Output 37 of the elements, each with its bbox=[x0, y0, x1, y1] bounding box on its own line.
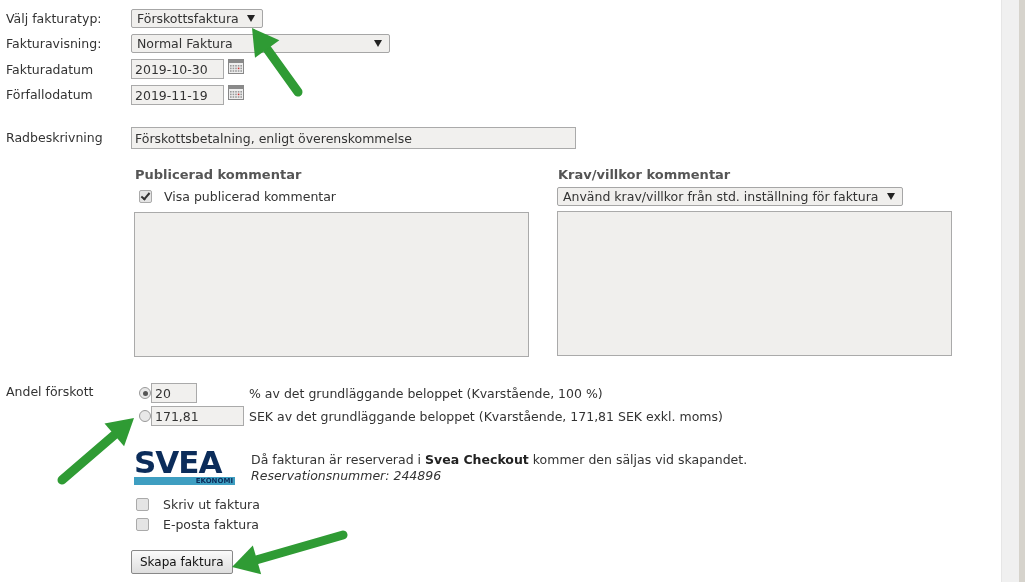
caret-icon bbox=[246, 14, 255, 22]
checkbox[interactable] bbox=[139, 190, 152, 203]
checkbox[interactable] bbox=[136, 498, 149, 511]
dropdown[interactable]: Använd krav/villkor från std. inställning för faktura bbox=[557, 186, 903, 206]
field-label: Fakturavisning: bbox=[6, 36, 103, 51]
radio-button[interactable] bbox=[139, 410, 151, 422]
checkbox-label: E-posta faktura bbox=[163, 517, 259, 532]
caret-icon bbox=[374, 40, 382, 47]
field-label: Välj fakturatyp: bbox=[6, 10, 103, 26]
field-label: Andel förskott bbox=[6, 382, 95, 401]
caret-icon bbox=[886, 192, 895, 200]
amount-field[interactable]: 171,81 bbox=[151, 406, 244, 426]
section-heading: Krav/villkor kommentar bbox=[558, 166, 732, 184]
field-label: Förfallodatum bbox=[6, 87, 94, 102]
dropdown[interactable]: Normal Faktura bbox=[131, 34, 390, 53]
info-text: Då fakturan är reserverad i Svea Checkout kommer den säljas vid skapandet. bbox=[251, 451, 748, 468]
checkbox-label: Skriv ut faktura bbox=[163, 497, 260, 512]
text-field[interactable]: Förskottsbetalning, enligt överenskommelse bbox=[131, 126, 576, 149]
arrow bbox=[252, 28, 303, 97]
logo-text: SVEA bbox=[134, 447, 222, 476]
section-heading: Publicerad kommentar bbox=[135, 166, 303, 184]
amount-description: % av det grundläggande beloppet (Kvarstående, 100 %) bbox=[249, 385, 603, 401]
calendar-icon[interactable] bbox=[228, 59, 244, 74]
checkbox-label: Visa publicerad kommentar bbox=[164, 189, 336, 204]
date-field[interactable]: 2019-10-30 bbox=[131, 59, 224, 79]
field-label: Radbeskrivning bbox=[6, 130, 104, 145]
amount-field[interactable]: 20 bbox=[151, 383, 197, 403]
create-invoice-button[interactable]: Skapa faktura bbox=[131, 549, 233, 574]
checkbox[interactable] bbox=[136, 518, 149, 531]
radio-button[interactable] bbox=[139, 387, 151, 399]
amount-description: SEK av det grundläggande beloppet (Kvarstående, 171,81 SEK exkl. moms) bbox=[249, 408, 723, 424]
field-label: Fakturadatum bbox=[6, 61, 95, 77]
dropdown[interactable]: Förskottsfaktura bbox=[131, 8, 263, 28]
scrollbar-track[interactable] bbox=[1001, 0, 1019, 582]
calendar-icon[interactable] bbox=[228, 84, 244, 100]
date-field[interactable]: 2019-11-19 bbox=[131, 84, 224, 105]
reservation-number: Reservationsnummer: 244896 bbox=[251, 467, 443, 484]
